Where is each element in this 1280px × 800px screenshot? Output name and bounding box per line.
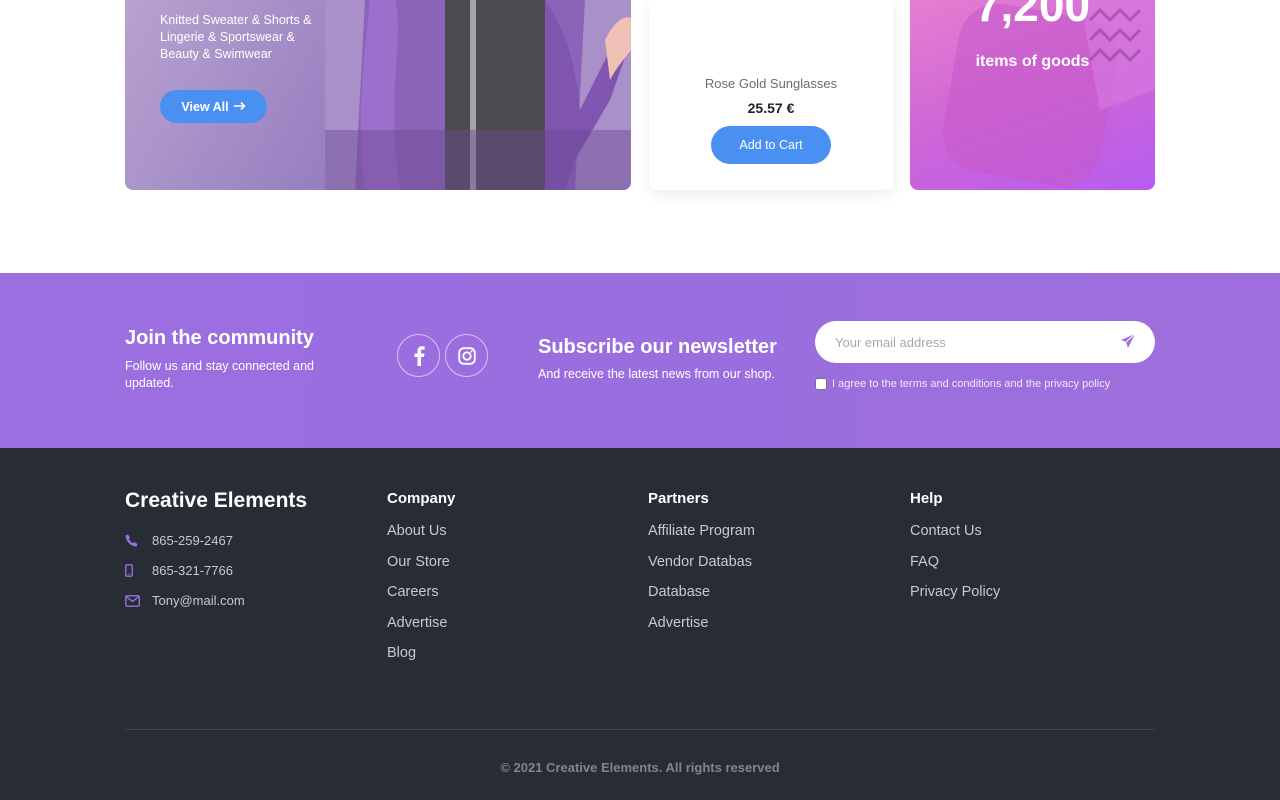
product-name[interactable]: Rose Gold Sunglasses (649, 76, 893, 91)
footer-link-database[interactable]: Database (648, 584, 755, 615)
mail-icon (125, 594, 152, 607)
promo-line: Knitted Sweater & Shorts & (160, 13, 312, 27)
footer-link-advertise[interactable]: Advertise (387, 615, 455, 646)
terms-consent[interactable]: I agree to the terms and conditions and … (815, 378, 1110, 390)
footer-link-our-store[interactable]: Our Store (387, 554, 455, 585)
instagram-button[interactable] (445, 334, 488, 377)
footer-link-affiliate-program[interactable]: Affiliate Program (648, 523, 755, 554)
footer-link-faq[interactable]: FAQ (910, 554, 1000, 585)
contact-text: 865-259-2467 (152, 533, 233, 548)
phone-icon (125, 534, 152, 547)
contact-phone[interactable]: 865-259-2467 (125, 533, 233, 548)
instagram-icon (457, 346, 476, 365)
send-button[interactable] (1120, 333, 1140, 353)
site-footer: Creative Elements 865-259-2467 865-321-7… (0, 448, 1280, 800)
contact-text: Tony@mail.com (152, 593, 245, 608)
column-title: Company (387, 490, 456, 507)
paper-plane-icon (1121, 333, 1136, 348)
column-title: Partners (648, 490, 709, 507)
stats-label: items of goods (975, 53, 1090, 70)
mobile-icon (125, 564, 152, 577)
footer-link-vendor-database[interactable]: Vendor Databas (648, 554, 755, 585)
model-photo (325, 0, 631, 190)
footer-column-help: Help Contact Us FAQ Privacy Policy (910, 490, 1000, 615)
email-input[interactable] (835, 321, 1115, 363)
footer-link-blog[interactable]: Blog (387, 645, 455, 676)
contact-text: 865-321-7766 (152, 563, 233, 578)
footer-link-privacy-policy[interactable]: Privacy Policy (910, 584, 1000, 615)
product-card: Rose Gold Sunglasses 25.57 € Add to Cart (649, 0, 893, 190)
copyright: © 2021 Creative Elements. All rights res… (500, 760, 780, 775)
footer-brand: Creative Elements (125, 489, 308, 512)
promo-line: Lingerie & Sportswear & (160, 30, 295, 44)
product-price: 25.57 € (747, 100, 795, 116)
newsletter-form (815, 321, 1155, 363)
footer-column-company: Company About Us Our Store Careers Adver… (387, 490, 455, 676)
facebook-icon (414, 345, 425, 366)
promo-categories: Knitted Sweater & Shorts & Lingerie & Sp… (160, 12, 350, 63)
community-title: Join the community (125, 327, 314, 349)
stats-card: 7,200 items of goods (910, 0, 1155, 190)
promo-line: Beauty & Swimwear (160, 47, 272, 61)
newsletter-title: Subscribe our newsletter (538, 336, 777, 358)
footer-link-careers[interactable]: Careers (387, 584, 455, 615)
footer-link-advertise-partners[interactable]: Advertise (648, 615, 755, 646)
featured-section: Knitted Sweater & Shorts & Lingerie & Sp… (0, 0, 1280, 273)
stats-number: 7,200 (974, 0, 1091, 31)
community-subtitle: Follow us and stay connected and updated… (125, 359, 315, 390)
footer-divider (125, 729, 1155, 730)
contact-mobile[interactable]: 865-321-7766 (125, 563, 233, 578)
terms-checkbox[interactable] (815, 378, 827, 390)
view-all-label: View All (181, 99, 229, 114)
arrow-right-icon (233, 100, 246, 114)
footer-link-about-us[interactable]: About Us (387, 523, 455, 554)
terms-label: I agree to the terms and conditions and … (832, 378, 1111, 390)
column-title: Help (910, 490, 943, 507)
contact-email[interactable]: Tony@mail.com (125, 593, 245, 608)
view-all-button[interactable]: View All (160, 90, 267, 123)
footer-link-contact-us[interactable]: Contact Us (910, 523, 1000, 554)
community-newsletter-band: Join the community Follow us and stay co… (0, 273, 1280, 448)
newsletter-subtitle: And receive the latest news from our sho… (538, 367, 775, 381)
footer-column-partners: Partners Affiliate Program Vendor Databa… (648, 490, 755, 645)
add-to-cart-button[interactable]: Add to Cart (711, 126, 831, 164)
facebook-button[interactable] (397, 334, 440, 377)
